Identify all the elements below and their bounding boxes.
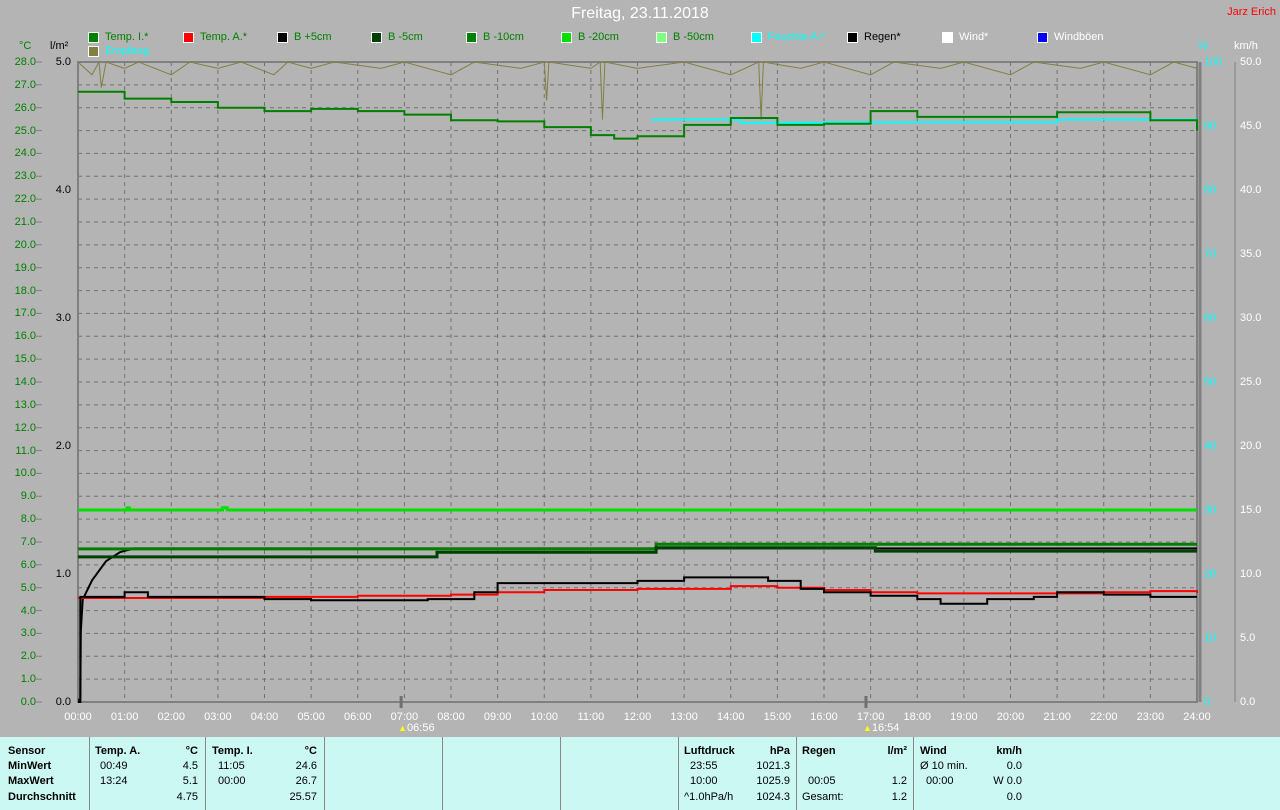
temp-a-min-time: 00:49 [100,760,128,772]
temp-a-avg: 4.75 [176,791,198,803]
series-line-temp-i [78,90,1198,140]
temp-i-header: Temp. I. [212,745,253,757]
avg-row-label: Durchschnitt [8,791,76,803]
pressure-trend: ^1.0hPa/h [684,791,734,803]
temp-a-max: 5.1 [182,775,198,787]
wind-avg-label: Ø 10 min. [920,760,968,772]
pressure-current: 1024.3 [756,791,790,803]
wind-current: 0.0 [1006,791,1022,803]
temp-i-avg: 25.57 [289,791,317,803]
sensor-header: Sensor [8,745,46,757]
temp-i-min-time: 11:05 [218,760,245,772]
pressure-max: 1025.9 [756,775,790,787]
rain-header: Regen [802,745,836,757]
wind-max: W 0.0 [993,775,1022,787]
wind-avg: 0.0 [1006,760,1022,772]
temp-a-min: 4.5 [182,760,198,772]
pressure-min: 1021.3 [756,760,790,772]
rain-max-time: 00:05 [808,775,836,787]
rain-max: 1.2 [891,775,907,787]
temp-a-max-time: 13:24 [100,775,128,787]
rain-total: 1.2 [891,791,907,803]
series-line-feuchte-a [651,118,1197,124]
temp-a-unit: °C [185,745,198,757]
pressure-header: Luftdruck [684,745,735,757]
temp-i-max: 26.7 [295,775,317,787]
series-line-b-20cm [78,506,1197,512]
rain-unit: l/m² [887,745,907,757]
wind-max-time: 00:00 [926,775,954,787]
pressure-max-time: 10:00 [690,775,718,787]
temp-i-max-time: 00:00 [218,775,246,787]
rain-total-label: Gesamt: [802,791,844,803]
max-row-label: MaxWert [8,775,54,787]
wind-unit: km/h [996,745,1022,757]
temp-i-unit: °C [304,745,317,757]
temp-i-min: 24.6 [295,760,317,772]
pressure-unit: hPa [769,745,790,757]
chart-canvas [36,60,1236,708]
wind-header: Wind [920,745,947,757]
stats-panel: Sensor MinWert MaxWert Durchschnitt Temp… [0,737,1280,810]
pressure-min-time: 23:55 [690,760,718,772]
temp-a-header: Temp. A. [95,745,141,757]
min-row-label: MinWert [8,760,52,772]
